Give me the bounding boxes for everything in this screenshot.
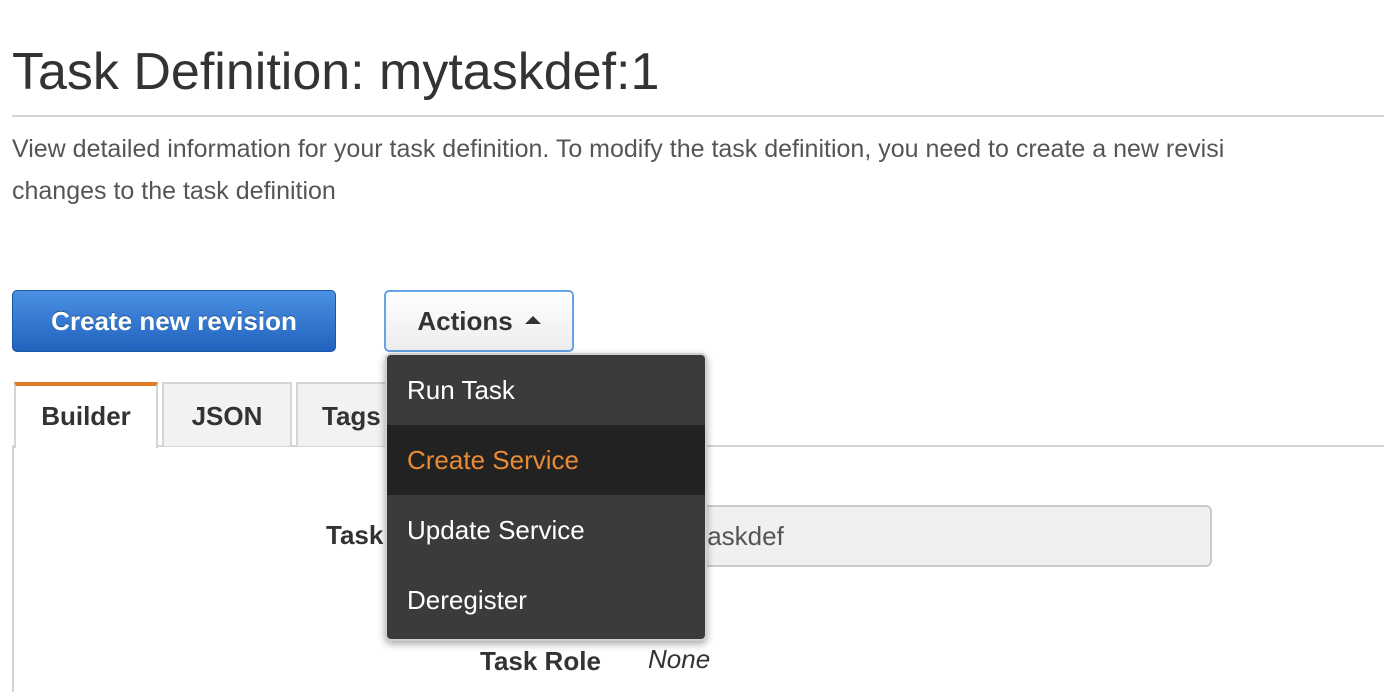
- tab-json[interactable]: JSON: [162, 382, 292, 446]
- tab-builder[interactable]: Builder: [14, 382, 158, 448]
- title-divider: [12, 115, 1384, 117]
- caret-up-icon: [524, 316, 541, 325]
- menu-item-deregister[interactable]: Deregister: [387, 565, 705, 635]
- task-definition-name-label: Task: [326, 520, 384, 550]
- actions-dropdown-menu: Run Task Create Service Update Service D…: [385, 353, 707, 641]
- actions-button[interactable]: Actions: [384, 290, 574, 352]
- actions-button-label: Actions: [417, 306, 513, 336]
- task-definition-page: Task Definition: mytaskdef:1 View detail…: [0, 0, 1384, 692]
- task-role-label: Task Role: [480, 646, 601, 676]
- menu-item-update-service[interactable]: Update Service: [387, 495, 705, 565]
- menu-item-run-task[interactable]: Run Task: [387, 355, 705, 425]
- task-role-value: None: [648, 644, 711, 674]
- page-description-line-1: View detailed information for your task …: [12, 135, 1225, 163]
- page-title: Task Definition: mytaskdef:1: [12, 43, 660, 101]
- page-description-line-2: changes to the task definition: [12, 177, 336, 205]
- menu-item-create-service[interactable]: Create Service: [387, 425, 705, 495]
- create-new-revision-button[interactable]: Create new revision: [12, 290, 336, 352]
- panel-border: [12, 446, 14, 692]
- page-description: View detailed information for your task …: [12, 128, 1384, 212]
